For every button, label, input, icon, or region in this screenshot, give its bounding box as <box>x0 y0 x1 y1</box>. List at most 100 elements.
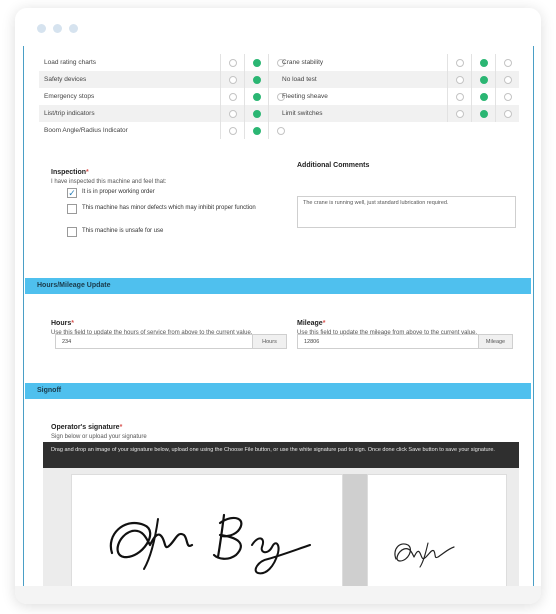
checklist-row-label: No load test <box>282 76 317 83</box>
checklist-row: Boom Angle/Radius Indicator <box>39 122 292 139</box>
radio-cell <box>447 71 471 88</box>
signature-pad[interactable] <box>71 474 343 586</box>
checklist-row: Emergency stops <box>39 88 292 105</box>
comments-textarea[interactable]: The crane is running well, just standard… <box>297 196 516 228</box>
inspection-option[interactable]: This machine has minor defects which may… <box>67 204 267 214</box>
signoff-section-header: Signoff <box>25 383 531 399</box>
radio-button[interactable] <box>252 109 261 118</box>
radio-cell <box>495 105 519 122</box>
radio-cell <box>471 54 495 71</box>
checklist-row-label: Load rating charts <box>44 59 97 66</box>
radio-button[interactable] <box>479 58 488 67</box>
radio-button[interactable] <box>252 92 261 101</box>
window-dot-icon <box>53 24 62 33</box>
radio-button[interactable] <box>479 92 488 101</box>
radio-cell <box>447 54 471 71</box>
radio-cell <box>471 105 495 122</box>
required-mark: * <box>322 320 326 327</box>
radio-cell <box>244 54 268 71</box>
inspection-hint: I have inspected this machine and feel t… <box>51 179 167 185</box>
checklist-row-label: Emergency stops <box>44 93 95 100</box>
checkbox-icon[interactable] <box>67 227 77 237</box>
checklist-right: Crane stability No load test Fleeting shea… <box>277 54 519 122</box>
radio-button[interactable] <box>455 75 464 84</box>
window-dot-icon <box>37 24 46 33</box>
radio-button[interactable] <box>276 126 285 135</box>
mileage-value: 12806 <box>304 338 320 345</box>
radio-button[interactable] <box>455 58 464 67</box>
radio-cell <box>244 122 268 139</box>
radio-button[interactable] <box>252 75 261 84</box>
radio-cell <box>244 71 268 88</box>
checklist-row: List/trip indicators <box>39 105 292 122</box>
signature-label: Operator's signature <box>51 424 120 431</box>
checkbox-checked-icon[interactable]: ✓ <box>67 188 77 198</box>
checklist-row-label: Limit switches <box>282 110 323 117</box>
checklist-left: Load rating charts Safety devices Emergenc… <box>39 54 292 139</box>
checklist-row: Load rating charts <box>39 54 292 71</box>
checklist-row: Safety devices <box>39 71 292 88</box>
inspection-heading: Inspection* I have inspected this machin… <box>51 161 166 185</box>
required-mark: * <box>119 424 123 431</box>
radio-cell <box>244 105 268 122</box>
window-titlebar <box>15 8 541 46</box>
signature-preview <box>367 474 507 586</box>
pad-divider <box>343 474 367 586</box>
radio-cell <box>220 105 244 122</box>
radio-button[interactable] <box>228 92 237 101</box>
hours-label: Hours <box>51 320 72 327</box>
mileage-block: Mileage* Use this field to update the mi… <box>297 312 519 336</box>
checklist-row: Crane stability <box>277 54 519 71</box>
radio-button[interactable] <box>228 58 237 67</box>
inspection-option[interactable]: This machine is unsafe for use <box>67 227 267 237</box>
checklist-row-label: Crane stability <box>282 59 324 66</box>
hours-unit: Hours <box>252 335 286 348</box>
checklist-row: Fleeting sheave <box>277 88 519 105</box>
radio-button[interactable] <box>252 126 261 135</box>
signature-hint: Sign below or upload your signature <box>51 434 147 440</box>
checklist-row-label: Safety devices <box>44 76 87 83</box>
checkbox-icon[interactable] <box>67 204 77 214</box>
inspection-label: Inspection <box>51 169 87 176</box>
radio-cell <box>495 88 519 105</box>
radio-button[interactable] <box>228 75 237 84</box>
window-footer <box>15 586 541 604</box>
radio-button[interactable] <box>228 109 237 118</box>
browser-window: Load rating charts Safety devices Emergenc… <box>15 8 541 604</box>
checklist-row: Limit switches <box>277 105 519 122</box>
signature-drawing-icon <box>109 513 311 575</box>
signature-instructions: Drag and drop an image of your signature… <box>43 442 519 468</box>
radio-button[interactable] <box>479 109 488 118</box>
radio-button[interactable] <box>503 75 512 84</box>
inspection-option[interactable]: ✓ It is in proper working order <box>67 188 267 198</box>
form-content: Load rating charts Safety devices Emergenc… <box>15 46 541 586</box>
left-rail <box>23 46 24 586</box>
radio-button[interactable] <box>252 58 261 67</box>
mileage-label: Mileage <box>297 320 323 327</box>
radio-cell <box>447 105 471 122</box>
radio-cell <box>495 71 519 88</box>
mileage-input[interactable]: 12806 Mileage <box>297 334 513 349</box>
hours-input[interactable]: 234 Hours <box>55 334 287 349</box>
signature-preview-icon <box>394 542 455 568</box>
required-mark: * <box>71 320 74 327</box>
radio-button[interactable] <box>503 92 512 101</box>
radio-button[interactable] <box>228 126 237 135</box>
radio-cell <box>471 71 495 88</box>
radio-button[interactable] <box>503 109 512 118</box>
window-dot-icon <box>69 24 78 33</box>
hours-section-header: Hours/Mileage Update <box>25 278 531 294</box>
radio-button[interactable] <box>479 75 488 84</box>
radio-cell <box>471 88 495 105</box>
page-background: Load rating charts Safety devices Emergenc… <box>0 0 556 614</box>
inspection-option-label: This machine is unsafe for use <box>82 228 164 234</box>
radio-button[interactable] <box>455 109 464 118</box>
radio-cell <box>220 71 244 88</box>
required-mark: * <box>86 169 89 176</box>
checklist-row-label: Fleeting sheave <box>282 93 328 100</box>
radio-button[interactable] <box>455 92 464 101</box>
radio-cell <box>244 88 268 105</box>
radio-button[interactable] <box>503 58 512 67</box>
comments-label: Additional Comments <box>297 162 370 169</box>
radio-cell <box>447 88 471 105</box>
